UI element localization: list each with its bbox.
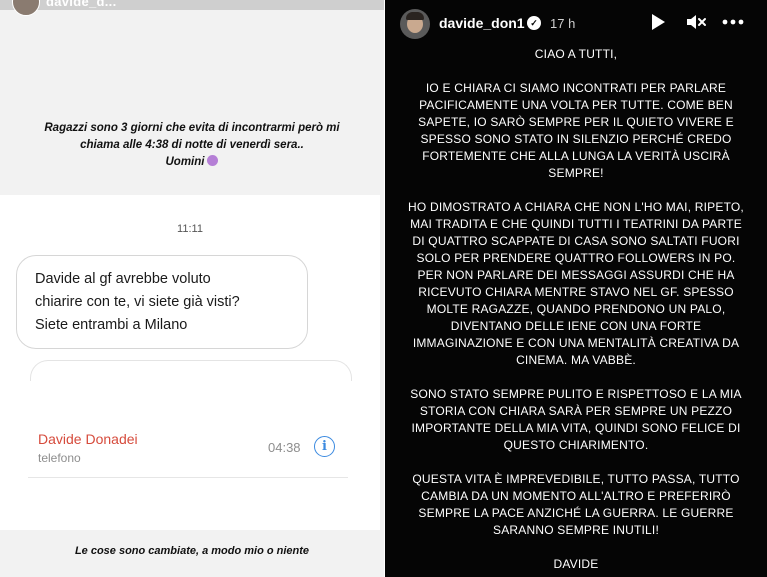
story-line: IO E CHIARA CI SIAMO INCONTRATI PER PARL… bbox=[425, 81, 727, 95]
more-icon[interactable] bbox=[721, 13, 745, 31]
story-line: DIVENTANO DELLE IENE CON UNA FORTE bbox=[450, 319, 702, 333]
message-screenshot: 11:11 Davide al gf avrebbe voluto chiari… bbox=[0, 195, 380, 530]
story-line: SEMPRE! bbox=[548, 166, 604, 180]
footer-caption: Le cose sono cambiate, a modo mio o nien… bbox=[74, 545, 310, 557]
message-line: Siete entrambi a Milano bbox=[35, 317, 188, 333]
mute-icon[interactable] bbox=[685, 13, 707, 31]
story-line: SAPETE, IO SARÒ SEMPRE PER IL QUIETO VIV… bbox=[418, 115, 734, 129]
avatar-hair bbox=[406, 12, 424, 20]
story-line: QUESTA VITA È IMPREVEDIBILE, TUTTO PASSA… bbox=[412, 472, 740, 486]
caption-line: Uomini bbox=[8, 154, 376, 171]
story-paragraph: SONO STATO SEMPRE PULITO E RISPETTOSO E … bbox=[397, 386, 755, 454]
story-line: PACIFICAMENTE UNA VOLTA PER TUTTE. COME … bbox=[419, 98, 733, 112]
story-signature: DAVIDE bbox=[397, 556, 755, 573]
story-line: RICEVUTO CHIARA MENTRE STAVO NEL GF. SPE… bbox=[418, 285, 734, 299]
story-paragraph: CIAO A TUTTI, bbox=[397, 46, 755, 63]
info-icon[interactable]: i bbox=[314, 436, 335, 457]
left-avatar[interactable] bbox=[12, 0, 40, 16]
story-paragraph: QUESTA VITA È IMPREVEDIBILE, TUTTO PASSA… bbox=[397, 471, 755, 539]
story-line: MAI TRADITA E CHE QUINDI TUTTI I TEATRIN… bbox=[410, 217, 742, 231]
signature-text: DAVIDE bbox=[553, 557, 599, 571]
call-type: telefono bbox=[38, 451, 81, 465]
story-line: CINEMA. MA VABBÈ. bbox=[516, 353, 636, 367]
message-line: Davide al gf avrebbe voluto bbox=[35, 271, 211, 287]
story-line: HO DIMOSTRATO A CHIARA CHE NON L'HO MAI,… bbox=[408, 200, 744, 214]
story-paragraph: IO E CHIARA CI SIAMO INCONTRATI PER PARL… bbox=[397, 80, 755, 182]
divider bbox=[28, 477, 348, 478]
story-line: SARANNO SEMPRE INUTILI! bbox=[493, 523, 659, 537]
story-line: IMPORTANTE DELLA MIA VITA, QUINDI SONO F… bbox=[411, 421, 741, 435]
story-line: QUESTO CHIARIMENTO. bbox=[503, 438, 649, 452]
caller-name: Davide Donadei bbox=[38, 431, 138, 447]
left-story-panel: davide_d... Ragazzi sono 3 giorni che ev… bbox=[0, 0, 384, 577]
story-line: SEMPRE LA PACE ANZICHÉ LA GUERRA. LE GUE… bbox=[418, 506, 734, 520]
message-text: Davide al gf avrebbe voluto chiarire con… bbox=[35, 268, 297, 337]
right-story-panel: davide_don1 ✓ 17 h CIAO A TUTTI, IO E CH… bbox=[385, 0, 767, 577]
story-line: CIAO A TUTTI, bbox=[534, 47, 618, 61]
avatar[interactable] bbox=[400, 9, 430, 39]
call-time: 04:38 bbox=[268, 440, 301, 455]
left-username[interactable]: davide_d... bbox=[46, 0, 117, 9]
message-bubble-partial bbox=[30, 360, 352, 381]
story-line: IMMAGINAZIONE E CON UNA MENTALITÀ CREATI… bbox=[412, 336, 740, 350]
caption-line-text: Uomini bbox=[165, 156, 205, 168]
emoji-icon bbox=[207, 155, 219, 166]
right-username[interactable]: davide_don1 bbox=[439, 15, 525, 31]
story-line: SPESSO SONO STATO IN SILENZIO PERCHÉ CRE… bbox=[420, 132, 732, 146]
story-line: SOLO PER PRENDERE QUATTRO FOLLOWERS IN P… bbox=[416, 251, 736, 265]
verified-badge-icon: ✓ bbox=[527, 16, 541, 30]
message-bubble: Davide al gf avrebbe voluto chiarire con… bbox=[16, 255, 308, 349]
story-time: 17 h bbox=[550, 16, 576, 31]
caption-line: chiama alle 4:38 di notte di venerdì ser… bbox=[80, 139, 304, 151]
play-icon[interactable] bbox=[652, 14, 665, 30]
message-time: 11:11 bbox=[177, 223, 203, 235]
story-text: CIAO A TUTTI, IO E CHIARA CI SIAMO INCON… bbox=[397, 46, 755, 573]
story-line: FORTEMENTE CHE ALLA LUNGA LA VERITÀ USCI… bbox=[422, 149, 730, 163]
message-line: chiarire con te, vi siete già visti? bbox=[35, 294, 240, 310]
story-line: SONO STATO SEMPRE PULITO E RISPETTOSO E … bbox=[410, 387, 742, 401]
story-paragraph: HO DIMOSTRATO A CHIARA CHE NON L'HO MAI,… bbox=[397, 199, 755, 369]
story-caption: Ragazzi sono 3 giorni che evita di incon… bbox=[8, 120, 376, 171]
story-line: STORIA CON CHIARA SARÀ PER SEMPRE UN PEZ… bbox=[419, 404, 733, 418]
story-line: PER NON PARLARE DEI MESSAGGI ASSURDI CHE… bbox=[417, 268, 735, 282]
call-log-row[interactable]: Davide Donadei telefono 04:38 i bbox=[28, 423, 353, 475]
story-line: CAMBIA DA UN MOMENTO ALL'ALTRO E PREFERI… bbox=[421, 489, 731, 503]
story-line: DI QUATTRO SCAPPATE DI CASA SONO SALTATI… bbox=[412, 234, 740, 248]
story-line: MOLTE RAGAZZE, QUANDO PRENDONO UN PALO, bbox=[426, 302, 726, 316]
caption-line: Ragazzi sono 3 giorni che evita di incon… bbox=[44, 122, 340, 134]
